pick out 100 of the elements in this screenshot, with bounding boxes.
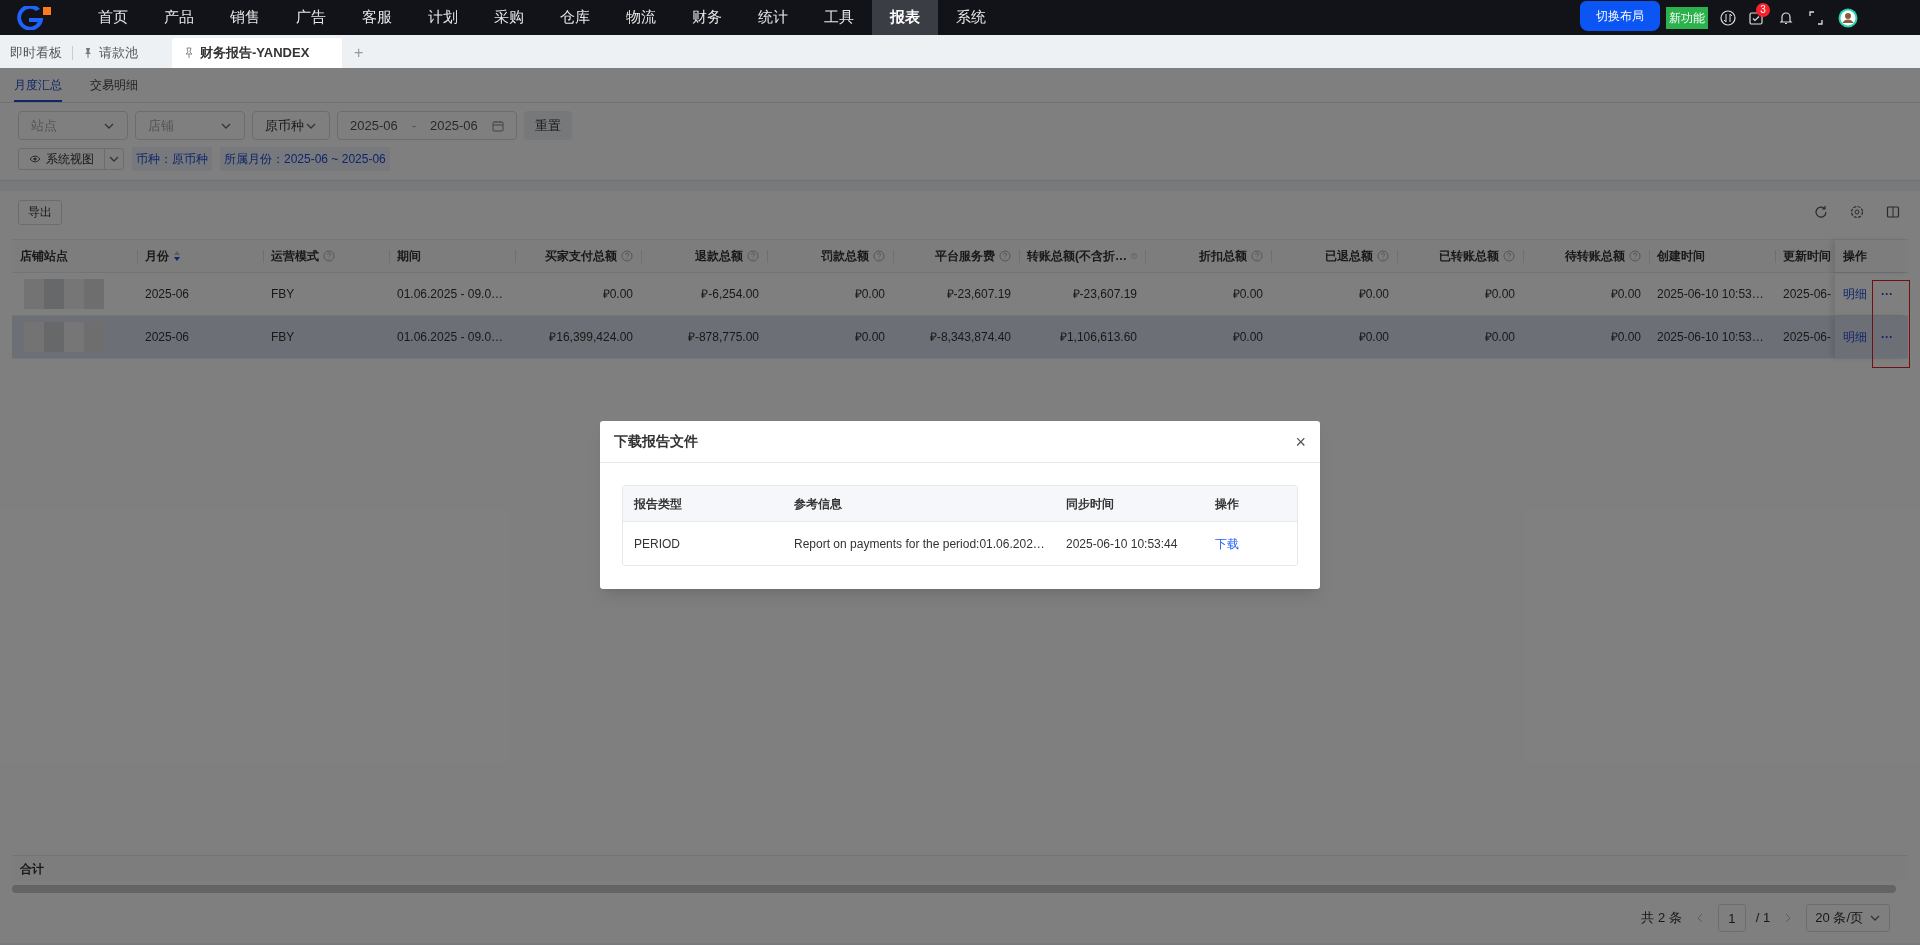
- table-cell-text: ₽-8,343,874.40: [928, 329, 1012, 346]
- column-header: 店铺站点: [20, 248, 68, 265]
- help-icon[interactable]: [323, 250, 335, 262]
- nav-item[interactable]: 首页: [80, 0, 146, 35]
- nav-item[interactable]: 仓库: [542, 0, 608, 35]
- view-select[interactable]: 系统视图: [18, 148, 124, 170]
- table-cell-text: 2025-06-10 10:53:44: [1065, 535, 1179, 553]
- nav-item[interactable]: 客服: [344, 0, 410, 35]
- column-header: 已退总额: [1325, 248, 1373, 265]
- table-cell-text: ₽-23,607.19: [945, 286, 1012, 303]
- column-header: 月份: [145, 248, 169, 265]
- help-icon[interactable]: [747, 250, 759, 262]
- tab[interactable]: 即时看板: [10, 38, 68, 68]
- column-header: 转账总额(不含折…: [1027, 248, 1127, 265]
- total-label: 合计: [20, 860, 44, 878]
- table-cell-text: ₽-6,254.00: [700, 286, 760, 303]
- table-cell-text: ₽0.00: [601, 286, 634, 303]
- help-icon[interactable]: [999, 250, 1011, 262]
- column-header: 平台服务费: [935, 248, 995, 265]
- sub-tab[interactable]: 交易明细: [90, 69, 138, 102]
- page-count: / 1: [1755, 909, 1771, 928]
- columns-icon[interactable]: [1886, 205, 1900, 219]
- reset-button[interactable]: 重置: [524, 111, 572, 140]
- nav-item[interactable]: 广告: [278, 0, 344, 35]
- help-icon[interactable]: [873, 250, 885, 262]
- table-cell-text: 2025-06: [144, 286, 191, 303]
- table-cell-text: FBY: [270, 286, 296, 303]
- table-cell-text: ₽0.00: [1483, 329, 1516, 346]
- more-actions-button[interactable]: ···: [1881, 285, 1893, 303]
- nav-item[interactable]: 销售: [212, 0, 278, 35]
- help-icon[interactable]: [621, 250, 633, 262]
- nav-item[interactable]: 采购: [476, 0, 542, 35]
- table-cell-text: 2025-06-10 10:53…: [1656, 286, 1765, 303]
- table-cell-text: ₽-878,775.00: [686, 329, 760, 346]
- nav-item[interactable]: 计划: [410, 0, 476, 35]
- filter-tag: 所属月份：2025-06 ~ 2025-06: [220, 147, 390, 171]
- help-icon[interactable]: [1377, 250, 1389, 262]
- nav-item[interactable]: 财务: [674, 0, 740, 35]
- bell-icon[interactable]: [1778, 9, 1794, 26]
- page-size-select[interactable]: 20 条/页: [1806, 904, 1890, 932]
- table-cell-text: ₽0.00: [1357, 329, 1390, 346]
- table-cell-text: ₽0.00: [1609, 329, 1642, 346]
- chevron-right-icon[interactable]: [1784, 913, 1793, 923]
- table-cell-text: ₽0.00: [853, 329, 886, 346]
- sub-tab[interactable]: 月度汇总: [14, 69, 62, 102]
- table-cell-text: PERIOD: [633, 535, 681, 553]
- column-header: 运营模式: [271, 248, 319, 265]
- column-header: 报告类型: [633, 495, 683, 513]
- nav-item[interactable]: 产品: [146, 0, 212, 35]
- chevron-left-icon[interactable]: [1695, 913, 1704, 923]
- pagination-total: 共 2 条: [1641, 909, 1682, 928]
- nav-item[interactable]: 系统: [938, 0, 1004, 35]
- column-header: 操作: [1843, 248, 1867, 265]
- detail-link[interactable]: 明细: [1843, 285, 1867, 303]
- notification-badge: 3: [1756, 2, 1770, 17]
- nav-item[interactable]: 统计: [740, 0, 806, 35]
- table-cell-text: 2025-06-10 10:53…: [1656, 329, 1765, 346]
- avatar-icon[interactable]: [1838, 7, 1858, 28]
- nav-item[interactable]: 工具: [806, 0, 872, 35]
- column-header: 罚款总额: [821, 248, 869, 265]
- table-cell-text: ₽1,106,613.60: [1058, 329, 1138, 346]
- sort-icon[interactable]: [173, 250, 181, 262]
- fullscreen-icon[interactable]: [1808, 9, 1824, 26]
- help-icon[interactable]: [1503, 250, 1515, 262]
- column-header: 创建时间: [1657, 248, 1705, 265]
- table-cell-text: 2025-06-: [1782, 286, 1833, 303]
- nav-item[interactable]: 物流: [608, 0, 674, 35]
- table-cell-text: ₽0.00: [1609, 286, 1642, 303]
- pin-icon: [83, 47, 93, 59]
- filter-tag: 币种：原币种: [132, 147, 212, 171]
- column-header: 参考信息: [793, 495, 843, 513]
- download-link[interactable]: 下载: [1215, 534, 1239, 553]
- tab[interactable]: 财务报告-YANDEX: [172, 38, 342, 68]
- table-cell-text: Report on payments for the period:01.06.202…: [793, 535, 1046, 553]
- refresh-icon[interactable]: [1814, 205, 1828, 219]
- settings-icon[interactable]: [1850, 205, 1864, 219]
- page-input[interactable]: 1: [1717, 904, 1746, 932]
- table-cell-text: ₽0.00: [1231, 329, 1264, 346]
- nav-item[interactable]: 报表: [872, 0, 938, 35]
- column-header: 已转账总额: [1439, 248, 1499, 265]
- switch-layout-button[interactable]: 切换布局: [1580, 0, 1660, 31]
- calendar-icon: [492, 119, 504, 132]
- column-header: 待转账总额: [1565, 248, 1625, 265]
- table-cell-text: 01.06.2025 - 09.0…: [396, 329, 505, 346]
- help-icon[interactable]: [1629, 250, 1641, 262]
- column-header: 退款总额: [695, 248, 743, 265]
- table-cell-text: ₽16,399,424.00: [548, 329, 634, 346]
- dialog-title: 下载报告文件: [614, 432, 698, 451]
- export-button[interactable]: 导出: [18, 199, 62, 225]
- table-cell-text: ₽0.00: [1357, 286, 1390, 303]
- swap-icon[interactable]: [1720, 9, 1736, 26]
- help-icon[interactable]: [1251, 250, 1263, 262]
- currency-select[interactable]: 原币种: [252, 111, 330, 140]
- column-header: 折扣总额: [1199, 248, 1247, 265]
- month-range-picker[interactable]: 2025-06 - 2025-06: [337, 111, 517, 140]
- tab[interactable]: 请款池: [77, 38, 144, 68]
- table-cell-text: FBY: [270, 329, 296, 346]
- close-button[interactable]: ×: [1295, 432, 1306, 451]
- column-header: 期间: [397, 248, 421, 265]
- table-cell-text: 2025-06-: [1782, 329, 1833, 346]
